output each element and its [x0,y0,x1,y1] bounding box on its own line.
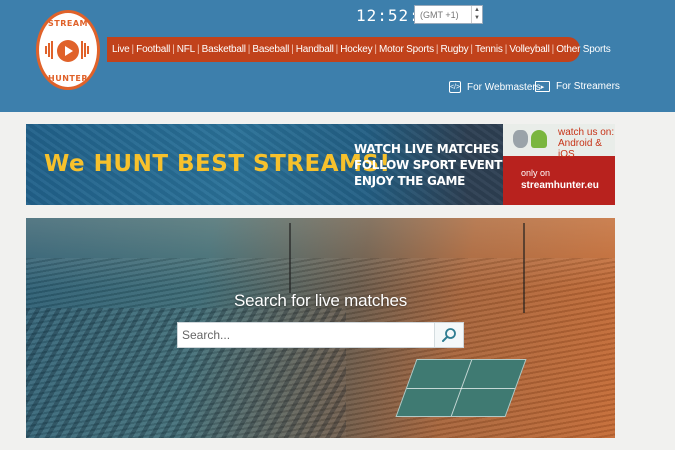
watch-us-on-text: watch us on: Android & iOS [558,127,615,160]
nav-item-nfl[interactable]: NFL [177,44,196,55]
sports-nav-bar: Live | Football | NFL | Basketball | Baseball | Ha… [107,37,611,62]
nav-separator: | [172,44,175,55]
nav-separator: | [551,44,555,55]
nav-separator: | [335,44,339,55]
nav-separator: | [470,44,474,55]
nav-separator: | [291,44,294,55]
nav-item-basketball[interactable]: Basketball [202,44,246,55]
nav-item-tennis[interactable]: Tennis [475,44,503,55]
hero-title: Search for live matches [233,291,408,310]
watch-us-line: watch us on: [558,127,615,138]
only-on-text: only on [521,168,551,178]
nav-item-motor-sports[interactable]: Motor Sports [379,44,434,55]
banner-lines: WATCH LIVE MATCHES FOLLOW SPORT EVENTS E… [354,141,511,189]
promo-banner[interactable]: We HUNT BEST STREAMS! WATCH LIVE MATCHES… [26,124,615,205]
timezone-select[interactable]: (GMT +1) ▲ ▼ [414,5,483,24]
banner-headline: We HUNT BEST STREAMS! [44,151,391,177]
banner-line: WATCH LIVE MATCHES [354,142,499,156]
nav-item-live[interactable]: Live [112,44,130,55]
for-webmasters-link[interactable]: </> For Webmasters [449,81,541,93]
timezone-value: (GMT +1) [420,10,459,20]
stream-hunter-logo[interactable]: STREAM HUNTER [33,7,103,93]
apple-icon [513,130,528,148]
sound-wave-right-icon [81,41,91,61]
nav-item-hockey[interactable]: Hockey [340,44,372,55]
nav-item-other-sports[interactable]: Other Sports [556,44,610,55]
nav-separator: | [131,44,135,55]
banner-line: ENJOY THE GAME [354,174,466,188]
nav-item-baseball[interactable]: Baseball [252,44,289,55]
monitor-play-icon: ▸ [535,81,550,92]
logo-text-top: STREAM [48,19,88,28]
floodlight-tower [289,223,291,293]
select-arrows-icon: ▲ ▼ [471,6,482,23]
nav-separator: | [504,44,508,55]
nav-separator: | [435,44,439,55]
for-streamers-label: For Streamers [556,81,620,92]
search-button[interactable] [434,323,463,347]
platforms-line: Android & iOS [558,138,602,160]
app-store-strip: watch us on: Android & iOS [503,124,615,160]
site-header: STREAM HUNTER 12:52:44 (GMT +1) ▲ ▼ Live |… [0,0,675,112]
for-webmasters-label: For Webmasters [467,81,541,93]
hero-search-section: Search for live matches [26,218,615,438]
play-icon [57,40,79,62]
nav-separator: | [197,44,200,55]
nav-item-rugby[interactable]: Rugby [440,44,468,55]
nav-item-volleyball[interactable]: Volleyball [509,44,549,55]
sound-wave-left-icon [45,41,55,61]
nav-separator: | [247,44,251,55]
nav-item-football[interactable]: Football [136,44,170,55]
for-streamers-link[interactable]: ▸ For Streamers [535,81,620,92]
app-badge-panel: watch us on: Android & iOS only on strea… [503,124,615,205]
tennis-court [395,359,527,417]
webmaster-icon: </> [449,81,461,93]
site-url-text: streamhunter.eu [521,180,599,191]
nav-item-handball[interactable]: Handball [296,44,334,55]
banner-line: FOLLOW SPORT EVENTS [354,158,511,172]
nav-separator: | [374,44,378,55]
match-search-box [177,322,464,348]
android-icon [531,130,547,148]
logo-text-bottom: HUNTER [48,74,88,83]
search-icon [442,328,456,342]
match-search-input[interactable] [178,323,434,347]
